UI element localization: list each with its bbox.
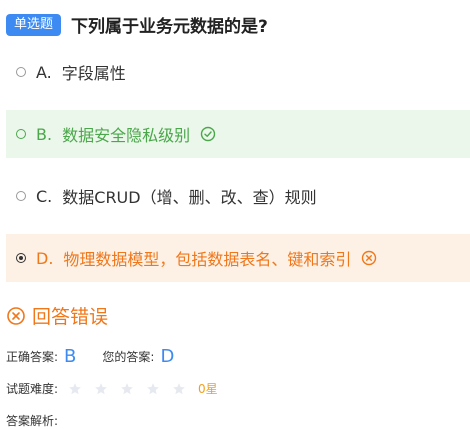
option-letter: B. — [36, 124, 53, 144]
option-text: 数据安全隐私级别 — [62, 126, 191, 145]
star-icon — [121, 382, 133, 394]
difficulty-score: 0星 — [198, 382, 218, 396]
option-letter: D. — [36, 248, 54, 268]
your-answer-value: D — [160, 346, 175, 367]
option-b[interactable]: B. 数据安全隐私级别 — [6, 110, 470, 158]
option-text: 字段属性 — [61, 64, 126, 83]
option-c[interactable]: C. 数据CRUD（增、删、改、查）规则 — [6, 172, 470, 220]
star-icon — [69, 382, 81, 394]
difficulty-label: 试题难度: — [6, 382, 59, 396]
radio-icon[interactable] — [16, 191, 26, 201]
question-type-badge: 单选题 — [6, 13, 62, 36]
question-header: 单选题 下列属于业务元数据的是? — [6, 12, 268, 37]
difficulty-row: 试题难度: 0星 — [6, 380, 218, 397]
answers-row: 正确答案: B 您的答案: D — [6, 346, 174, 367]
correct-answer-label: 正确答案: — [6, 350, 59, 364]
result-text: 回答错误 — [32, 306, 109, 328]
radio-icon[interactable] — [16, 129, 26, 139]
star-icon — [95, 382, 107, 394]
star-icon — [173, 382, 185, 394]
option-text: 数据CRUD（增、删、改、查）规则 — [62, 188, 317, 207]
your-answer-label: 您的答案: — [102, 350, 155, 364]
option-letter: C. — [36, 186, 53, 206]
option-d[interactable]: D. 物理数据模型，包括数据表名、键和索引 — [6, 234, 470, 282]
correct-answer-value: B — [64, 346, 77, 367]
check-circle-icon — [200, 126, 216, 142]
option-a[interactable]: A. 字段属性 — [6, 48, 470, 96]
question-title: 下列属于业务元数据的是? — [71, 17, 268, 37]
x-circle-icon — [361, 250, 377, 266]
star-icon — [147, 382, 159, 394]
x-circle-icon — [7, 306, 25, 325]
difficulty-stars — [68, 382, 198, 396]
radio-checked-icon[interactable] — [16, 253, 26, 263]
option-letter: A. — [36, 62, 52, 82]
result-status: 回答错误 — [6, 302, 108, 329]
radio-icon[interactable] — [16, 67, 26, 77]
option-text: 物理数据模型，包括数据表名、键和索引 — [63, 250, 352, 269]
